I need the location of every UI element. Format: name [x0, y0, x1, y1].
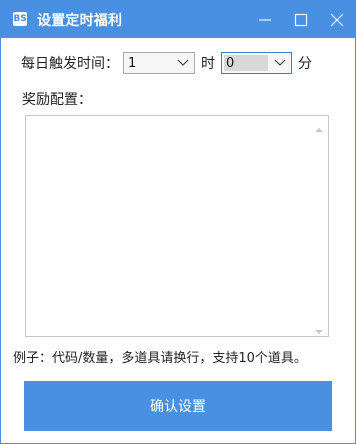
chevron-down-icon: [272, 56, 288, 70]
window-title: 设置定时福利: [37, 13, 123, 29]
window-controls: [247, 1, 355, 38]
close-button[interactable]: [319, 1, 355, 38]
settings-window: BS 设置定时福利 每日触发时间： 1 时 0 分 奖励配置： 例子：代码/数量…: [0, 0, 356, 444]
reward-config-label: 奖励配置：: [22, 92, 92, 108]
confirm-settings-button[interactable]: 确认设置: [24, 381, 332, 431]
maximize-icon: [294, 13, 308, 26]
chevron-down-icon: [175, 56, 191, 70]
minute-value: 0: [226, 55, 235, 71]
minimize-button[interactable]: [247, 1, 283, 38]
format-hint: 例子：代码/数量，多道具请换行，支持10个道具。: [13, 351, 307, 366]
reward-config-textarea[interactable]: [25, 115, 329, 337]
hour-unit-label: 时: [201, 56, 215, 72]
minute-select[interactable]: 0: [221, 52, 292, 74]
title-bar[interactable]: BS 设置定时福利: [1, 1, 355, 38]
scroll-down-icon[interactable]: [314, 322, 324, 334]
maximize-button[interactable]: [283, 1, 319, 38]
trigger-time-row: 每日触发时间： 1 时 0 分: [21, 51, 312, 75]
minimize-icon: [259, 18, 271, 21]
hour-select[interactable]: 1: [123, 52, 195, 74]
hour-value: 1: [128, 55, 137, 71]
close-icon: [330, 13, 344, 26]
trigger-time-label: 每日触发时间：: [21, 56, 119, 72]
app-icon: BS: [13, 12, 27, 26]
minute-unit-label: 分: [298, 56, 312, 72]
scroll-up-icon[interactable]: [314, 120, 324, 132]
